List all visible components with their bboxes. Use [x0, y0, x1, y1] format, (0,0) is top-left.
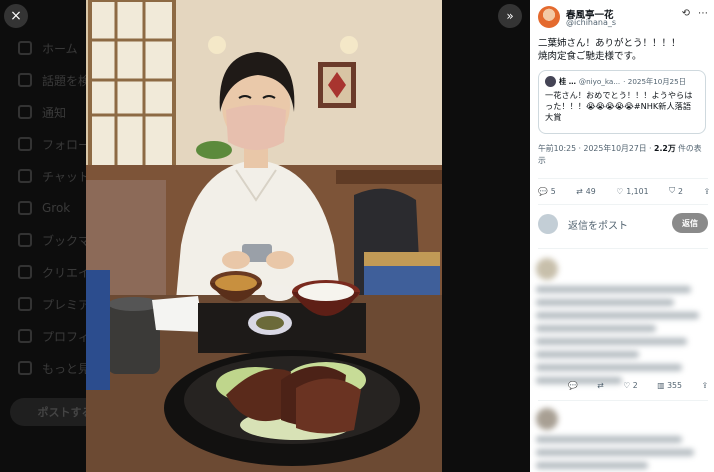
views-button[interactable]: ▥ 355 [657, 381, 682, 395]
divider [538, 400, 708, 401]
reply-item[interactable] [536, 408, 708, 472]
repost-button[interactable]: ⇄ 49 [576, 184, 595, 198]
background-content-dim [442, 0, 530, 472]
reply-avatar [536, 258, 558, 280]
more-options-icon[interactable]: ⋯ [698, 8, 708, 19]
post-photo[interactable] [86, 0, 442, 472]
grok-icon[interactable]: ⟲ [682, 8, 690, 19]
repost-icon: ⇄ [576, 186, 583, 196]
user-avatar [538, 214, 558, 234]
reply-input[interactable]: 返信をポスト [568, 217, 628, 232]
media-viewer: ホーム 話題を検索 通知 フォロー チャット Grok ブックマーク クリエイタ… [0, 0, 714, 472]
share-icon: ⇪ [703, 186, 710, 196]
bookmark-icon: ⛉ [669, 186, 675, 195]
reply-icon[interactable]: 💬 [568, 381, 578, 395]
divider [538, 178, 708, 179]
views-count: 2.2万 [654, 144, 676, 153]
author-avatar[interactable] [538, 6, 560, 28]
like-button[interactable]: ♡ 2 [623, 381, 637, 395]
author-handle[interactable]: @ichihana_s [566, 18, 616, 27]
heart-icon: ♡ [616, 186, 624, 196]
tweet-timestamp[interactable]: 午前10:25 · 2025年10月27日 · [538, 144, 654, 153]
like-button[interactable]: ♡ 1,101 [616, 184, 648, 198]
repost-icon[interactable]: ⇄ [597, 381, 604, 395]
divider [538, 204, 708, 205]
photo-illustration [86, 0, 442, 472]
views-suffix: 件の表 [675, 144, 702, 153]
header-actions: ⟲ ⋯ [682, 8, 708, 19]
close-icon[interactable]: × [4, 4, 28, 28]
quote-header: 桂 … @niyo_ka... · 2025年10月25日 [545, 76, 699, 87]
tweet-actions: 💬 5 ⇄ 49 ♡ 1,101 ⛉ 2 ⇪ [538, 184, 710, 198]
quote-date: · 2025年10月25日 [623, 76, 686, 86]
quote-avatar [545, 76, 556, 87]
quote-author-handle: @niyo_ka... [578, 77, 621, 86]
quoted-tweet[interactable]: 桂 … @niyo_ka... · 2025年10月25日 一花さん！おめでとう… [538, 70, 706, 134]
photo-area [0, 0, 530, 472]
tweet-header: 春風亭一花 @ichihana_s ⟲ ⋯ [538, 6, 708, 32]
reply-composer: 返信をポスト 返信 [538, 212, 710, 236]
reply-icon: 💬 [538, 186, 548, 196]
bookmark-button[interactable]: ⛉ 2 [669, 184, 683, 198]
divider [538, 248, 708, 249]
reply-submit-button[interactable]: 返信 [672, 213, 708, 233]
share-button[interactable]: ⇪ [703, 184, 710, 198]
reply-actions: 💬 ⇄ ♡ 2 ▥ 355 ⇪ [568, 381, 708, 395]
collapse-panel-icon[interactable]: » [498, 4, 522, 28]
share-icon[interactable]: ⇪ [701, 381, 708, 395]
reply-item[interactable] [536, 258, 708, 390]
quote-text: 一花さん！おめでとう！！！ようやらはった！！！😭😭😭😭😭#NHK新人落語大賞 [545, 90, 693, 122]
tweet-panel: 春風亭一花 @ichihana_s ⟲ ⋯ 二葉姉さん！ありがとう！！！！ 焼肉… [530, 0, 714, 472]
reply-avatar [536, 408, 558, 430]
tweet-text: 二葉姉さん！ありがとう！！！！ 焼肉定食ご馳走様です。 [538, 38, 681, 62]
views-suffix-2: 示 [538, 156, 546, 165]
quote-author-name: 桂 … [559, 76, 576, 86]
reply-button[interactable]: 💬 5 [538, 184, 556, 198]
tweet-meta: 午前10:25 · 2025年10月27日 · 2.2万 件の表示 [538, 143, 710, 167]
